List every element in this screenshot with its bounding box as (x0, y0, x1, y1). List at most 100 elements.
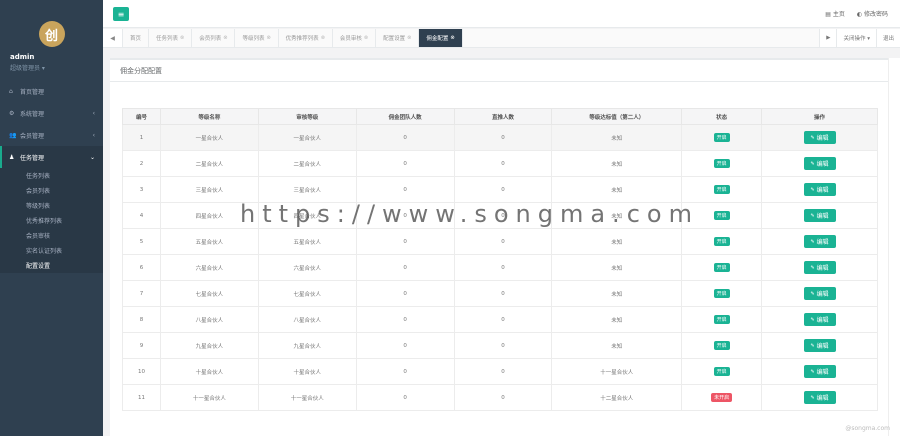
column-header[interactable]: 操作 (761, 108, 878, 125)
close-icon[interactable]: ⊗ (364, 35, 368, 41)
tab-item[interactable]: 优秀推荐列表 ⊗ (279, 29, 333, 47)
sidebar-subitem[interactable]: 优秀推荐列表 (0, 213, 103, 228)
edit-button[interactable]: ✎ 编辑 (803, 235, 836, 248)
action-cell: ✎ 编辑 (761, 254, 878, 281)
table-row: 2 二星合伙人 二星合伙人 0 0 未知 开启 ✎ 编辑 (122, 150, 878, 177)
tab-label: 会员列表 (199, 36, 222, 42)
edit-button[interactable]: ✎ 编辑 (803, 131, 836, 144)
sidebar-item-members[interactable]: 👥 会员管理 ‹ (0, 124, 103, 146)
table-cell: 一星合伙人 (257, 124, 357, 151)
tab-item[interactable]: 首页 (123, 29, 150, 47)
edit-button[interactable]: ✎ 编辑 (803, 261, 836, 274)
home-link[interactable]: ▤ 主页 (825, 9, 845, 18)
tab-scroll-left-button[interactable]: ◀ (103, 29, 123, 47)
change-password-link[interactable]: ◐ 修改密码 (857, 9, 888, 18)
sidebar-subitem[interactable]: 会员审核 (0, 228, 103, 243)
topbar-right: ▤ 主页 ◐ 修改密码 (825, 9, 888, 18)
table-cell: 五星合伙人 (257, 228, 357, 255)
pencil-icon: ✎ (810, 394, 815, 401)
action-cell: ✎ 编辑 (761, 332, 878, 359)
status-cell: 开启 (681, 332, 763, 359)
tab-list: 首页 任务列表 ⊗ 会员列表 ⊗ 等级列表 ⊗ 优秀推荐列表 ⊗ 会员审核 ⊗ 配置设置 ⊗ 佣金配置 ⊗ (123, 29, 819, 47)
status-badge: 开启 (713, 237, 730, 246)
tab-scroll-right-button[interactable]: ▶ (819, 29, 837, 47)
logout-button[interactable]: 退出 (875, 29, 900, 47)
sidebar-item-home[interactable]: ⌂ 首页管理 (0, 80, 103, 102)
tab-controls: ▶ 关闭操作 ▾ 退出 (819, 29, 900, 47)
table-cell: 九星合伙人 (159, 332, 259, 359)
column-header[interactable]: 编号 (122, 108, 161, 125)
chevron-left-icon: ‹ (92, 109, 95, 117)
edit-button[interactable]: ✎ 编辑 (803, 183, 836, 196)
table-cell: 五星合伙人 (159, 228, 259, 255)
close-icon[interactable]: ⊗ (407, 35, 411, 41)
sidebar-subitem[interactable]: 任务列表 (0, 168, 103, 183)
close-icon[interactable]: ⊗ (321, 35, 325, 41)
column-header[interactable]: 审核等级 (257, 108, 357, 125)
sidebar-item-tasks[interactable]: ♟ 任务管理 ⌄ (0, 146, 103, 168)
status-badge: 开启 (713, 185, 730, 194)
table-cell: 7 (122, 280, 161, 307)
table-cell: 未知 (551, 306, 683, 333)
action-cell: ✎ 编辑 (761, 358, 878, 385)
close-tabs-dropdown[interactable]: 关闭操作 ▾ (836, 29, 876, 47)
menu-toggle-button[interactable]: ≡ (113, 7, 129, 21)
column-header[interactable]: 等级名称 (159, 108, 259, 125)
close-icon[interactable]: ⊗ (450, 35, 454, 41)
tab-item[interactable]: 配置设置 ⊗ (376, 29, 420, 47)
column-header[interactable]: 等级达标值（第二人） (551, 108, 683, 125)
edit-button-label: 编辑 (816, 161, 829, 168)
username: admin (10, 53, 35, 61)
table-cell: 0 (355, 384, 455, 411)
table-cell: 0 (453, 306, 553, 333)
edit-button[interactable]: ✎ 编辑 (803, 209, 836, 222)
table-cell: 0 (453, 254, 553, 281)
edit-button[interactable]: ✎ 编辑 (803, 339, 836, 352)
table-cell: 0 (453, 280, 553, 307)
status-badge: 开启 (713, 289, 730, 298)
edit-button[interactable]: ✎ 编辑 (803, 287, 836, 300)
edit-button-label: 编辑 (816, 291, 829, 298)
chevron-down-icon: ⌄ (89, 153, 95, 161)
edit-button[interactable]: ✎ 编辑 (803, 365, 836, 378)
tab-item[interactable]: 会员列表 ⊗ (192, 29, 236, 47)
table-cell: 九星合伙人 (257, 332, 357, 359)
table-cell: 一星合伙人 (159, 124, 259, 151)
scrollbar[interactable] (888, 58, 900, 436)
table-cell: 七星合伙人 (257, 280, 357, 307)
user-role-dropdown[interactable]: 超级管理员 ▾ (10, 63, 45, 72)
tab-item[interactable]: 任务列表 ⊗ (149, 29, 193, 47)
tab-label: 等级列表 (242, 36, 265, 42)
action-cell: ✎ 编辑 (761, 384, 878, 411)
sidebar-item-system[interactable]: ⚙ 系统管理 ‹ (0, 102, 103, 124)
close-icon[interactable]: ⊗ (180, 35, 184, 41)
column-header[interactable]: 状态 (681, 108, 763, 125)
edit-button-label: 编辑 (816, 187, 829, 194)
tab-item[interactable]: 佣金配置 ⊗ (419, 29, 463, 47)
table-cell: 未知 (551, 332, 683, 359)
sidebar-item-label: 会员管理 (20, 132, 45, 140)
sidebar-subitem[interactable]: 实名认证列表 (0, 243, 103, 258)
action-cell: ✎ 编辑 (761, 280, 878, 307)
edit-button[interactable]: ✎ 编辑 (803, 157, 836, 170)
sidebar-subitem[interactable]: 等级列表 (0, 198, 103, 213)
table-cell: 六星合伙人 (159, 254, 259, 281)
column-header[interactable]: 直推人数 (453, 108, 553, 125)
sidebar-subitem[interactable]: 会员列表 (0, 183, 103, 198)
avatar[interactable]: 创 (38, 21, 65, 47)
table-cell: 十星合伙人 (257, 358, 357, 385)
action-cell: ✎ 编辑 (761, 176, 878, 203)
table-cell: 未知 (551, 254, 683, 281)
table-cell: 未知 (551, 228, 683, 255)
user-icon: ♟ (9, 153, 15, 161)
tab-item[interactable]: 等级列表 ⊗ (235, 29, 279, 47)
edit-button[interactable]: ✎ 编辑 (803, 391, 836, 404)
sidebar-subitem-active[interactable]: 配置设置 (0, 258, 103, 273)
tab-item[interactable]: 会员审核 ⊗ (333, 29, 377, 47)
edit-button[interactable]: ✎ 编辑 (803, 313, 836, 326)
edit-button-label: 编辑 (816, 369, 829, 376)
close-icon[interactable]: ⊗ (266, 35, 270, 41)
close-icon[interactable]: ⊗ (223, 35, 227, 41)
tab-label: 配置设置 (383, 36, 406, 42)
column-header[interactable]: 佣金团队人数 (355, 108, 455, 125)
